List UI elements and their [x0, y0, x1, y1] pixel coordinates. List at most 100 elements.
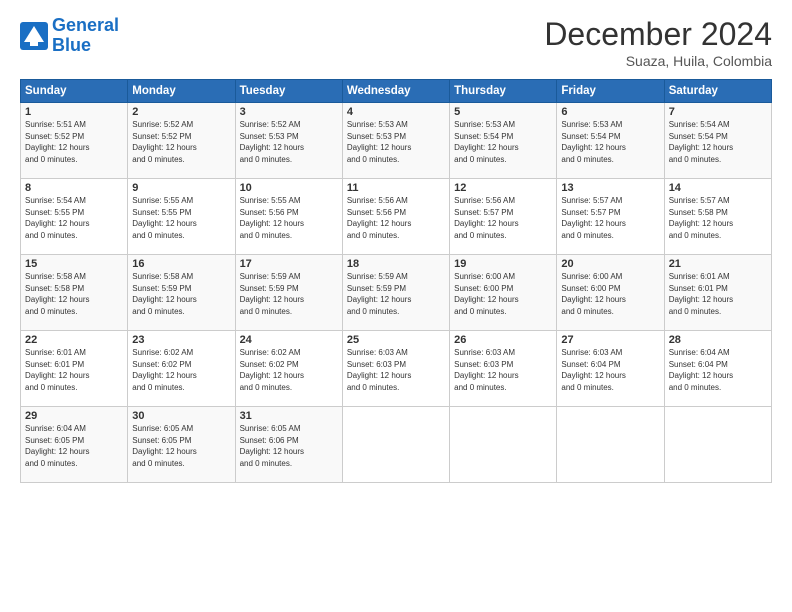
- logo: GeneralBlue: [20, 16, 119, 56]
- calendar-page: GeneralBlue December 2024 Suaza, Huila, …: [0, 0, 792, 612]
- day-number: 15: [25, 258, 123, 270]
- day-info: Sunrise: 6:03 AMSunset: 6:03 PMDaylight:…: [454, 347, 552, 393]
- day-info: Sunrise: 5:57 AMSunset: 5:57 PMDaylight:…: [561, 195, 659, 241]
- calendar-cell: 29Sunrise: 6:04 AMSunset: 6:05 PMDayligh…: [21, 407, 128, 483]
- day-number: 7: [669, 106, 767, 118]
- col-monday: Monday: [128, 80, 235, 103]
- col-friday: Friday: [557, 80, 664, 103]
- calendar-cell: [664, 407, 771, 483]
- day-number: 31: [240, 410, 338, 422]
- calendar-cell: 14Sunrise: 5:57 AMSunset: 5:58 PMDayligh…: [664, 179, 771, 255]
- calendar-cell: 10Sunrise: 5:55 AMSunset: 5:56 PMDayligh…: [235, 179, 342, 255]
- day-info: Sunrise: 5:58 AMSunset: 5:58 PMDaylight:…: [25, 271, 123, 317]
- calendar-cell: 1Sunrise: 5:51 AMSunset: 5:52 PMDaylight…: [21, 103, 128, 179]
- month-title: December 2024: [544, 16, 772, 53]
- calendar-cell: [557, 407, 664, 483]
- logo-text: GeneralBlue: [52, 16, 119, 56]
- day-number: 25: [347, 334, 445, 346]
- calendar-cell: 3Sunrise: 5:52 AMSunset: 5:53 PMDaylight…: [235, 103, 342, 179]
- day-info: Sunrise: 5:53 AMSunset: 5:54 PMDaylight:…: [454, 119, 552, 165]
- day-info: Sunrise: 5:52 AMSunset: 5:53 PMDaylight:…: [240, 119, 338, 165]
- day-number: 21: [669, 258, 767, 270]
- day-number: 22: [25, 334, 123, 346]
- day-info: Sunrise: 6:02 AMSunset: 6:02 PMDaylight:…: [132, 347, 230, 393]
- calendar-cell: 11Sunrise: 5:56 AMSunset: 5:56 PMDayligh…: [342, 179, 449, 255]
- calendar-table: Sunday Monday Tuesday Wednesday Thursday…: [20, 79, 772, 483]
- day-number: 10: [240, 182, 338, 194]
- page-header: GeneralBlue December 2024 Suaza, Huila, …: [20, 16, 772, 69]
- calendar-row: 22Sunrise: 6:01 AMSunset: 6:01 PMDayligh…: [21, 331, 772, 407]
- col-sunday: Sunday: [21, 80, 128, 103]
- day-info: Sunrise: 5:54 AMSunset: 5:54 PMDaylight:…: [669, 119, 767, 165]
- day-info: Sunrise: 6:00 AMSunset: 6:00 PMDaylight:…: [454, 271, 552, 317]
- day-info: Sunrise: 6:05 AMSunset: 6:05 PMDaylight:…: [132, 423, 230, 469]
- day-info: Sunrise: 5:53 AMSunset: 5:54 PMDaylight:…: [561, 119, 659, 165]
- day-number: 29: [25, 410, 123, 422]
- day-info: Sunrise: 6:04 AMSunset: 6:05 PMDaylight:…: [25, 423, 123, 469]
- calendar-cell: 23Sunrise: 6:02 AMSunset: 6:02 PMDayligh…: [128, 331, 235, 407]
- day-number: 9: [132, 182, 230, 194]
- col-tuesday: Tuesday: [235, 80, 342, 103]
- day-number: 17: [240, 258, 338, 270]
- day-info: Sunrise: 5:55 AMSunset: 5:56 PMDaylight:…: [240, 195, 338, 241]
- calendar-cell: [450, 407, 557, 483]
- day-info: Sunrise: 6:03 AMSunset: 6:03 PMDaylight:…: [347, 347, 445, 393]
- day-info: Sunrise: 5:52 AMSunset: 5:52 PMDaylight:…: [132, 119, 230, 165]
- col-wednesday: Wednesday: [342, 80, 449, 103]
- calendar-cell: 15Sunrise: 5:58 AMSunset: 5:58 PMDayligh…: [21, 255, 128, 331]
- day-number: 13: [561, 182, 659, 194]
- day-number: 23: [132, 334, 230, 346]
- calendar-cell: 2Sunrise: 5:52 AMSunset: 5:52 PMDaylight…: [128, 103, 235, 179]
- calendar-cell: 6Sunrise: 5:53 AMSunset: 5:54 PMDaylight…: [557, 103, 664, 179]
- location: Suaza, Huila, Colombia: [544, 53, 772, 69]
- day-number: 26: [454, 334, 552, 346]
- calendar-header-row: Sunday Monday Tuesday Wednesday Thursday…: [21, 80, 772, 103]
- calendar-cell: 28Sunrise: 6:04 AMSunset: 6:04 PMDayligh…: [664, 331, 771, 407]
- day-info: Sunrise: 5:55 AMSunset: 5:55 PMDaylight:…: [132, 195, 230, 241]
- day-number: 3: [240, 106, 338, 118]
- day-info: Sunrise: 5:59 AMSunset: 5:59 PMDaylight:…: [240, 271, 338, 317]
- calendar-cell: 18Sunrise: 5:59 AMSunset: 5:59 PMDayligh…: [342, 255, 449, 331]
- day-number: 19: [454, 258, 552, 270]
- day-number: 1: [25, 106, 123, 118]
- calendar-cell: 5Sunrise: 5:53 AMSunset: 5:54 PMDaylight…: [450, 103, 557, 179]
- calendar-cell: 7Sunrise: 5:54 AMSunset: 5:54 PMDaylight…: [664, 103, 771, 179]
- calendar-row: 29Sunrise: 6:04 AMSunset: 6:05 PMDayligh…: [21, 407, 772, 483]
- day-number: 8: [25, 182, 123, 194]
- day-number: 11: [347, 182, 445, 194]
- calendar-cell: 8Sunrise: 5:54 AMSunset: 5:55 PMDaylight…: [21, 179, 128, 255]
- calendar-cell: 27Sunrise: 6:03 AMSunset: 6:04 PMDayligh…: [557, 331, 664, 407]
- calendar-cell: 22Sunrise: 6:01 AMSunset: 6:01 PMDayligh…: [21, 331, 128, 407]
- day-info: Sunrise: 5:54 AMSunset: 5:55 PMDaylight:…: [25, 195, 123, 241]
- col-saturday: Saturday: [664, 80, 771, 103]
- calendar-cell: 4Sunrise: 5:53 AMSunset: 5:53 PMDaylight…: [342, 103, 449, 179]
- day-info: Sunrise: 6:01 AMSunset: 6:01 PMDaylight:…: [669, 271, 767, 317]
- day-number: 20: [561, 258, 659, 270]
- day-info: Sunrise: 6:02 AMSunset: 6:02 PMDaylight:…: [240, 347, 338, 393]
- calendar-cell: 31Sunrise: 6:05 AMSunset: 6:06 PMDayligh…: [235, 407, 342, 483]
- day-number: 16: [132, 258, 230, 270]
- title-section: December 2024 Suaza, Huila, Colombia: [544, 16, 772, 69]
- col-thursday: Thursday: [450, 80, 557, 103]
- day-info: Sunrise: 6:03 AMSunset: 6:04 PMDaylight:…: [561, 347, 659, 393]
- day-number: 14: [669, 182, 767, 194]
- day-number: 12: [454, 182, 552, 194]
- calendar-cell: 24Sunrise: 6:02 AMSunset: 6:02 PMDayligh…: [235, 331, 342, 407]
- calendar-cell: 25Sunrise: 6:03 AMSunset: 6:03 PMDayligh…: [342, 331, 449, 407]
- day-number: 18: [347, 258, 445, 270]
- calendar-row: 15Sunrise: 5:58 AMSunset: 5:58 PMDayligh…: [21, 255, 772, 331]
- calendar-row: 8Sunrise: 5:54 AMSunset: 5:55 PMDaylight…: [21, 179, 772, 255]
- day-number: 28: [669, 334, 767, 346]
- calendar-cell: 9Sunrise: 5:55 AMSunset: 5:55 PMDaylight…: [128, 179, 235, 255]
- day-info: Sunrise: 5:58 AMSunset: 5:59 PMDaylight:…: [132, 271, 230, 317]
- calendar-cell: 30Sunrise: 6:05 AMSunset: 6:05 PMDayligh…: [128, 407, 235, 483]
- day-info: Sunrise: 6:00 AMSunset: 6:00 PMDaylight:…: [561, 271, 659, 317]
- day-info: Sunrise: 5:53 AMSunset: 5:53 PMDaylight:…: [347, 119, 445, 165]
- calendar-cell: 12Sunrise: 5:56 AMSunset: 5:57 PMDayligh…: [450, 179, 557, 255]
- calendar-cell: 16Sunrise: 5:58 AMSunset: 5:59 PMDayligh…: [128, 255, 235, 331]
- day-info: Sunrise: 5:51 AMSunset: 5:52 PMDaylight:…: [25, 119, 123, 165]
- day-number: 24: [240, 334, 338, 346]
- day-number: 4: [347, 106, 445, 118]
- day-info: Sunrise: 6:05 AMSunset: 6:06 PMDaylight:…: [240, 423, 338, 469]
- day-info: Sunrise: 5:56 AMSunset: 5:57 PMDaylight:…: [454, 195, 552, 241]
